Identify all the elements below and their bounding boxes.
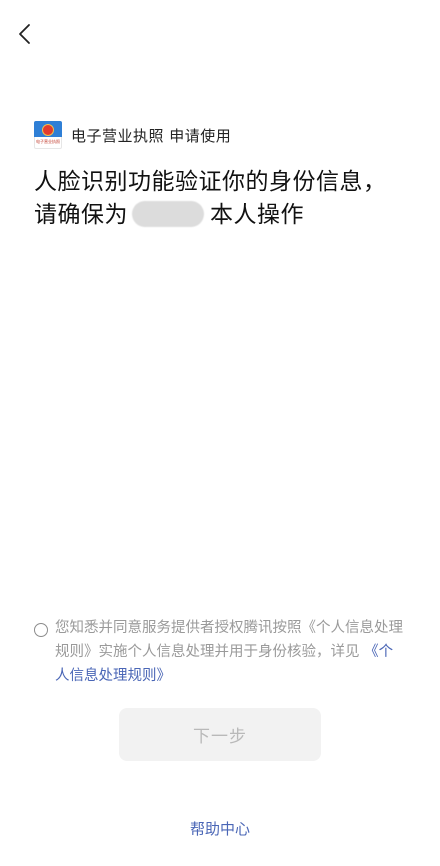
chevron-left-icon [19, 24, 30, 44]
help-center: 帮助中心 [0, 818, 440, 839]
page-title: 人脸识别功能验证你的身份信息， 请确保为 本人操作 [34, 166, 414, 232]
logo-caption: 电子营业执照 [36, 139, 60, 144]
title-line-2-suffix: 本人操作 [210, 202, 304, 228]
title-line-1: 人脸识别功能验证你的身份信息， [34, 169, 387, 195]
next-step-button[interactable]: 下一步 [119, 708, 321, 761]
business-license-emblem-icon: 电子营业执照 [34, 121, 62, 149]
help-center-link[interactable]: 帮助中心 [190, 820, 250, 838]
consent-text: 您知悉并同意服务提供者授权腾讯按照《个人信息处理规则》实施个人信息处理并用于身份… [55, 616, 406, 688]
app-name: 电子营业执照 申请使用 [71, 126, 232, 145]
app-header: 电子营业执照 电子营业执照 申请使用 [34, 121, 231, 149]
consent-text-main: 您知悉并同意服务提供者授权腾讯按照《个人信息处理规则》实施个人信息处理并用于身份… [55, 620, 403, 660]
masked-user-name [132, 200, 204, 227]
back-button[interactable] [10, 18, 38, 50]
consent-radio[interactable] [34, 623, 48, 637]
title-line-2-prefix: 请确保为 [34, 202, 128, 228]
title-line-2: 请确保为 本人操作 [34, 199, 414, 232]
consent-agreement: 您知悉并同意服务提供者授权腾讯按照《个人信息处理规则》实施个人信息处理并用于身份… [34, 616, 406, 688]
